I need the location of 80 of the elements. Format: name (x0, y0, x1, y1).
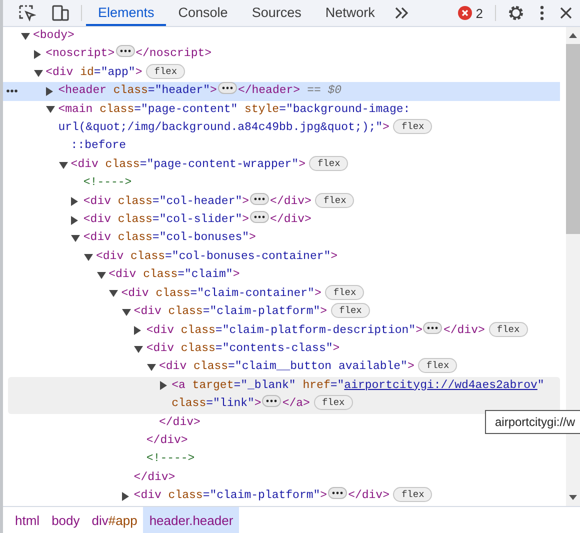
ellipsis-button[interactable] (250, 192, 270, 205)
flex-badge[interactable]: flex (393, 487, 432, 502)
expanded-triangle-icon[interactable] (84, 254, 93, 261)
expanded-triangle-icon[interactable] (147, 364, 156, 371)
ellipsis-button[interactable] (423, 322, 442, 334)
settings-icon[interactable] (507, 4, 525, 22)
dom-node-text[interactable]: <noscript> </noscript> (46, 45, 560, 64)
dom-node-text[interactable]: <div class="claim-platform"> flex (134, 303, 560, 322)
expanded-triangle-icon[interactable] (21, 32, 30, 40)
row-actions-icon[interactable] (6, 89, 18, 94)
flex-badge[interactable]: flex (314, 395, 353, 410)
flex-badge[interactable]: flex (315, 192, 354, 208)
panel-tab[interactable]: Console (166, 0, 240, 26)
hovered-row[interactable]: <a target="_blank" href="airportcitygi://wd4aes2abrov" class="link"> </a> flex (8, 376, 560, 414)
collapsed-triangle-icon[interactable] (71, 197, 78, 206)
expanded-triangle-icon[interactable] (34, 70, 43, 76)
dom-node-text[interactable]: <div class="col-header"> </div> flex (83, 192, 560, 212)
breadcrumb-item[interactable]: html (9, 507, 46, 533)
dom-node-text[interactable]: <div class="page-content-wrapper"> flex (70, 156, 560, 174)
dom-node-text[interactable]: <div id="app"> flex (46, 64, 560, 82)
dom-node-text[interactable]: <div class="claim"> (108, 266, 560, 285)
expanded-triangle-icon[interactable] (96, 272, 106, 279)
closing-tag-text: </div> (134, 470, 176, 484)
flex-badge[interactable]: flex (393, 119, 432, 134)
collapsed-triangle-icon[interactable] (122, 492, 129, 501)
expanded-triangle-icon[interactable] (71, 235, 80, 242)
expanded-triangle-icon[interactable] (122, 308, 131, 316)
flex-badge[interactable]: flex (418, 358, 458, 374)
dom-node-text[interactable]: <div class="claim-platform-description"> </div> flex (146, 322, 560, 340)
dom-node-text[interactable]: <div class="col-slider"> </div> (83, 211, 560, 230)
error-icon[interactable] (458, 6, 472, 20)
flex-badge[interactable]: flex (309, 156, 348, 171)
collapsed-triangle-icon[interactable] (71, 216, 78, 225)
collapsed-triangle-icon[interactable] (134, 326, 142, 336)
ellipsis-button[interactable] (116, 45, 135, 58)
more-options-icon[interactable] (539, 5, 545, 21)
expanded-triangle-icon[interactable] (46, 106, 56, 114)
link-tooltip: airportcitygi://w (485, 410, 580, 434)
scrollbar-thumb[interactable] (566, 44, 580, 234)
panel-tab[interactable]: Elements (86, 0, 166, 26)
scroll-up-icon[interactable] (569, 33, 577, 38)
dom-node-text[interactable]: <!----> (146, 450, 560, 469)
dom-node-text[interactable]: ::before (70, 137, 560, 156)
ellipsis-button[interactable] (250, 211, 270, 224)
closing-tag-text: </div> (146, 434, 188, 447)
closing-tag-text: </div> (159, 416, 200, 429)
dom-node-text[interactable]: <div class="col-bonuses-container"> (96, 248, 560, 266)
flex-badge[interactable]: flex (331, 303, 370, 318)
collapsed-triangle-icon[interactable] (160, 381, 167, 390)
breadcrumb-item[interactable]: body (46, 507, 86, 533)
dom-node-text[interactable]: <div class="claim-platform"> </div> flex (134, 487, 560, 506)
dom-node-text[interactable]: <body> (33, 27, 560, 46)
expanded-triangle-icon[interactable] (109, 290, 118, 298)
double-chevron-icon[interactable] (394, 6, 410, 20)
device-toggle-icon[interactable] (50, 4, 70, 22)
breadcrumb-item[interactable]: div#app (86, 507, 144, 533)
breadcrumb-item[interactable]: header.header (143, 507, 240, 533)
dom-node-text[interactable]: <main class="page-content" style="background-image: url(&quot;/img/background.a84c49bb.jpg&quot;);"> flex (58, 100, 560, 138)
collapsed-triangle-icon[interactable] (34, 50, 41, 60)
panel-tab[interactable]: Network (313, 0, 387, 26)
ellipsis-button[interactable] (218, 82, 237, 94)
dom-node-text[interactable]: <!----> (83, 174, 560, 193)
flex-badge[interactable]: flex (488, 322, 528, 336)
dom-node-text[interactable]: <div class="contents-class"> (146, 340, 560, 358)
dom-node-text[interactable]: <div class="claim__button available"> flex (159, 358, 560, 377)
expanded-triangle-icon[interactable] (134, 346, 144, 353)
ellipsis-button[interactable] (328, 487, 348, 500)
error-count[interactable]: 2 (476, 6, 483, 20)
collapsed-triangle-icon[interactable] (46, 86, 54, 96)
expanded-triangle-icon[interactable] (58, 162, 68, 169)
dom-node-text[interactable]: <div class="claim-container"> flex (121, 284, 560, 304)
scroll-down-icon[interactable] (569, 495, 577, 500)
ellipsis-button[interactable] (262, 395, 282, 408)
dom-node-text[interactable]: <div class="col-bonuses"> (83, 229, 560, 248)
close-icon[interactable] (559, 6, 573, 20)
flex-badge[interactable]: flex (325, 284, 364, 300)
inspect-element-icon[interactable] (18, 4, 36, 22)
href-link[interactable]: airportcitygi://wd4aes2abrov (344, 378, 538, 392)
flex-badge[interactable]: flex (146, 64, 186, 79)
panel-tab[interactable]: Sources (240, 0, 314, 26)
